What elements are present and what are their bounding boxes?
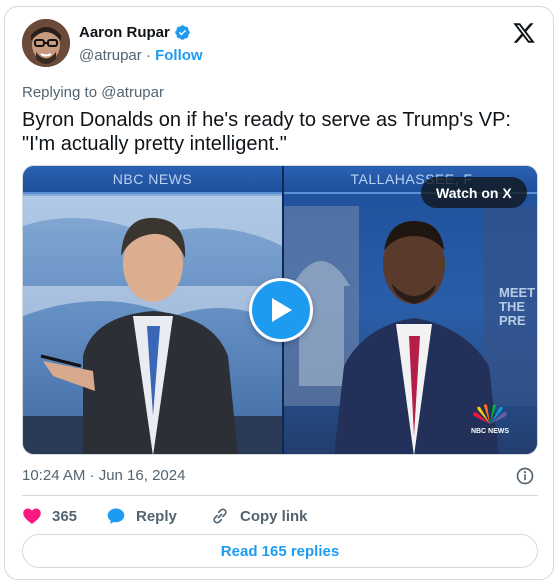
- heart-icon: [23, 508, 41, 524]
- left-caption: NBC NEWS: [112, 171, 193, 187]
- nbc-bug-text: NBC NEWS: [470, 428, 510, 435]
- video-right-pane: TALLAHASSEE, F MEET THE PRE NBC NEWS: [284, 166, 537, 454]
- meet-text-2: THE PRE: [499, 299, 526, 328]
- tweet-card: Aaron Rupar @atrupar · Follow Replying t…: [4, 6, 554, 580]
- left-caption-strip: NBC NEWS: [23, 166, 282, 194]
- like-count: 365: [52, 507, 78, 525]
- video-left-pane: NBC NEWS: [23, 166, 282, 454]
- read-replies-label: Read 165 replies: [220, 542, 340, 560]
- play-button[interactable]: [249, 278, 313, 342]
- nbc-peacock-bug: NBC NEWS: [468, 404, 512, 435]
- video-player[interactable]: NBC NEWS TALLAHASSEE, F MEET THE PRE NBC…: [22, 165, 538, 455]
- follow-button[interactable]: Follow: [155, 47, 203, 64]
- author-handle-row: @atrupar · Follow: [79, 47, 203, 64]
- play-icon: [272, 298, 292, 322]
- like-button[interactable]: 365: [22, 506, 102, 526]
- info-icon[interactable]: [515, 466, 535, 486]
- meet-the-press-graphic: MEET THE PRE: [499, 285, 537, 328]
- tweet-text-line-2: "I'm actually pretty intelligent.": [22, 133, 287, 155]
- read-replies-button[interactable]: Read 165 replies: [22, 534, 538, 568]
- peacock-icon: [473, 404, 507, 424]
- meet-text-1: MEET: [499, 285, 536, 300]
- tweet-timestamp[interactable]: 10:24 AM · Jun 16, 2024: [22, 467, 185, 484]
- tweet-text: Byron Donalds on if he's ready to serve …: [22, 108, 532, 156]
- reply-button[interactable]: Reply: [106, 506, 204, 526]
- avatar[interactable]: [22, 19, 70, 67]
- reply-bubble-icon: [107, 508, 125, 524]
- author-handle[interactable]: @atrupar: [79, 47, 142, 64]
- link-icon: [213, 508, 227, 524]
- author-name-row: Aaron Rupar: [79, 24, 191, 41]
- handle-separator: ·: [145, 47, 151, 64]
- verified-badge-icon: [175, 25, 190, 40]
- reply-label: Reply: [136, 507, 177, 525]
- author-name[interactable]: Aaron Rupar: [79, 24, 170, 41]
- watch-on-x-button[interactable]: Watch on X: [421, 177, 527, 208]
- anchor-figure: [23, 196, 282, 454]
- divider-line: [22, 495, 538, 496]
- replying-to[interactable]: Replying to @atrupar: [22, 84, 164, 101]
- avatar-image: [22, 19, 70, 67]
- tweet-text-line-1: Byron Donalds on if he's ready to serve …: [22, 109, 511, 131]
- copy-link-button[interactable]: Copy link: [210, 506, 308, 526]
- watch-label: Watch on X: [436, 184, 512, 201]
- action-bar: 365 Reply Copy link: [22, 505, 308, 527]
- copy-link-label: Copy link: [240, 507, 308, 525]
- x-logo-icon[interactable]: [512, 21, 536, 45]
